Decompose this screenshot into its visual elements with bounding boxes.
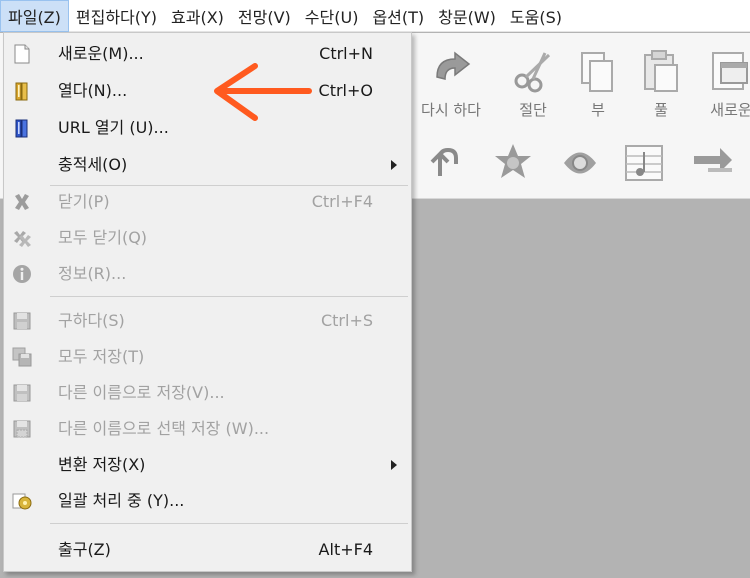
redo-icon xyxy=(436,51,471,80)
paste-button[interactable]: 풀 xyxy=(630,41,692,131)
menu-item-save-as[interactable]: 다른 이름으로 저장(V)... xyxy=(4,377,411,409)
menu-item-recent[interactable]: 충적세(O) xyxy=(4,149,411,181)
menu-item-close-shortcut: Ctrl+F4 xyxy=(311,192,373,211)
menu-item-close-all-label: 모두 닫기(Q) xyxy=(58,228,148,247)
info-icon xyxy=(13,265,31,283)
annotation-arrow-icon xyxy=(214,63,312,121)
convert-arrows-icon[interactable] xyxy=(690,142,736,184)
menu-item-batch-label: 일괄 처리 중 (Y)... xyxy=(58,491,185,510)
menu-bar: 파일(Z) 편집하다(Y) 효과(X) 전망(V) 수단(U) 옵션(T) 창문… xyxy=(0,0,750,32)
menu-item-info-label: 정보(R)... xyxy=(58,264,127,283)
redo-label: 다시 하다 xyxy=(421,101,481,119)
menu-item-batch[interactable]: 일괄 처리 중 (Y)... xyxy=(4,485,411,517)
close-all-icon xyxy=(14,231,31,247)
save-disk-icon xyxy=(13,312,31,330)
copy-icon xyxy=(581,52,613,92)
copy-button[interactable]: 부 xyxy=(567,41,629,131)
menu-item-save-shortcut: Ctrl+S xyxy=(320,311,373,330)
redo-button[interactable]: 다시 하다 xyxy=(420,41,482,131)
toolbar-row-secondary xyxy=(410,136,750,190)
menu-item-open-shortcut: Ctrl+O xyxy=(318,81,373,100)
open-folder-icon xyxy=(15,82,28,101)
menu-item-new-label: 새로운(M)... xyxy=(58,44,144,63)
menu-item-exit[interactable]: 출구(Z) Alt+F4 xyxy=(4,534,411,566)
menu-file[interactable]: 파일(Z) xyxy=(0,0,69,32)
new-window-icon xyxy=(712,52,748,90)
scissors-icon xyxy=(514,52,551,93)
menu-item-new-shortcut: Ctrl+N xyxy=(319,44,373,63)
menu-item-close[interactable]: 닫기(P) Ctrl+F4 xyxy=(4,186,411,218)
batch-gears-icon xyxy=(12,493,32,510)
open-url-icon xyxy=(15,119,28,138)
menu-item-convert-save-label: 변환 저장(X) xyxy=(58,455,146,474)
menu-separator xyxy=(50,296,408,297)
menu-item-save-all-label: 모두 저장(T) xyxy=(58,347,145,366)
menu-item-close-all[interactable]: 모두 닫기(Q) xyxy=(4,222,411,254)
save-as-icon xyxy=(13,384,31,402)
menu-item-save[interactable]: 구하다(S) Ctrl+S xyxy=(4,305,411,337)
new-file-icon xyxy=(14,44,30,64)
menu-edit[interactable]: 편집하다(Y) xyxy=(69,0,164,32)
submenu-arrow-icon xyxy=(391,460,397,470)
menu-item-convert-save[interactable]: 변환 저장(X) xyxy=(4,449,411,481)
new-window-button[interactable]: 새로운 xyxy=(700,41,750,131)
new-window-label: 새로운 xyxy=(710,101,750,119)
menu-help[interactable]: 도움(S) xyxy=(503,0,569,32)
menu-item-save-selection-as-label: 다른 이름으로 선택 저장 (W)... xyxy=(58,419,270,438)
menu-item-recent-label: 충적세(O) xyxy=(58,155,128,174)
menu-effects[interactable]: 효과(X) xyxy=(164,0,231,32)
menu-item-info[interactable]: 정보(R)... xyxy=(4,258,411,290)
menu-options[interactable]: 옵션(T) xyxy=(365,0,431,32)
close-x-icon xyxy=(15,194,29,210)
cut-button[interactable]: 절단 xyxy=(502,41,564,131)
menu-item-exit-label: 출구(Z) xyxy=(58,540,111,559)
menu-item-open-url-label: URL 열기 (U)... xyxy=(58,118,169,137)
undo-arrow-icon[interactable] xyxy=(428,142,468,182)
menu-item-save-all[interactable]: 모두 저장(T) xyxy=(4,341,411,373)
menu-item-save-as-label: 다른 이름으로 저장(V)... xyxy=(58,383,225,402)
menu-item-save-label: 구하다(S) xyxy=(58,311,125,330)
menu-view[interactable]: 전망(V) xyxy=(231,0,298,32)
menu-window[interactable]: 창문(W) xyxy=(431,0,503,32)
menu-separator xyxy=(50,523,408,524)
submenu-arrow-icon xyxy=(391,160,397,170)
menu-item-save-selection-as[interactable]: 다른 이름으로 선택 저장 (W)... xyxy=(4,413,411,445)
save-selection-icon xyxy=(13,420,31,438)
paste-label: 풀 xyxy=(654,101,668,119)
menu-item-close-label: 닫기(P) xyxy=(58,192,110,211)
effects-icon[interactable] xyxy=(558,142,602,184)
menu-item-exit-shortcut: Alt+F4 xyxy=(318,540,373,559)
menu-tools[interactable]: 수단(U) xyxy=(298,0,366,32)
gear-star-icon[interactable] xyxy=(492,142,534,184)
paste-icon xyxy=(644,50,678,92)
music-sheet-icon[interactable] xyxy=(622,142,666,184)
toolbar-row-main: 다시 하다 절단 부 풀 새로운 xyxy=(410,41,750,131)
save-all-icon xyxy=(12,347,32,367)
menu-item-open-label: 열다(N)... xyxy=(58,81,128,100)
